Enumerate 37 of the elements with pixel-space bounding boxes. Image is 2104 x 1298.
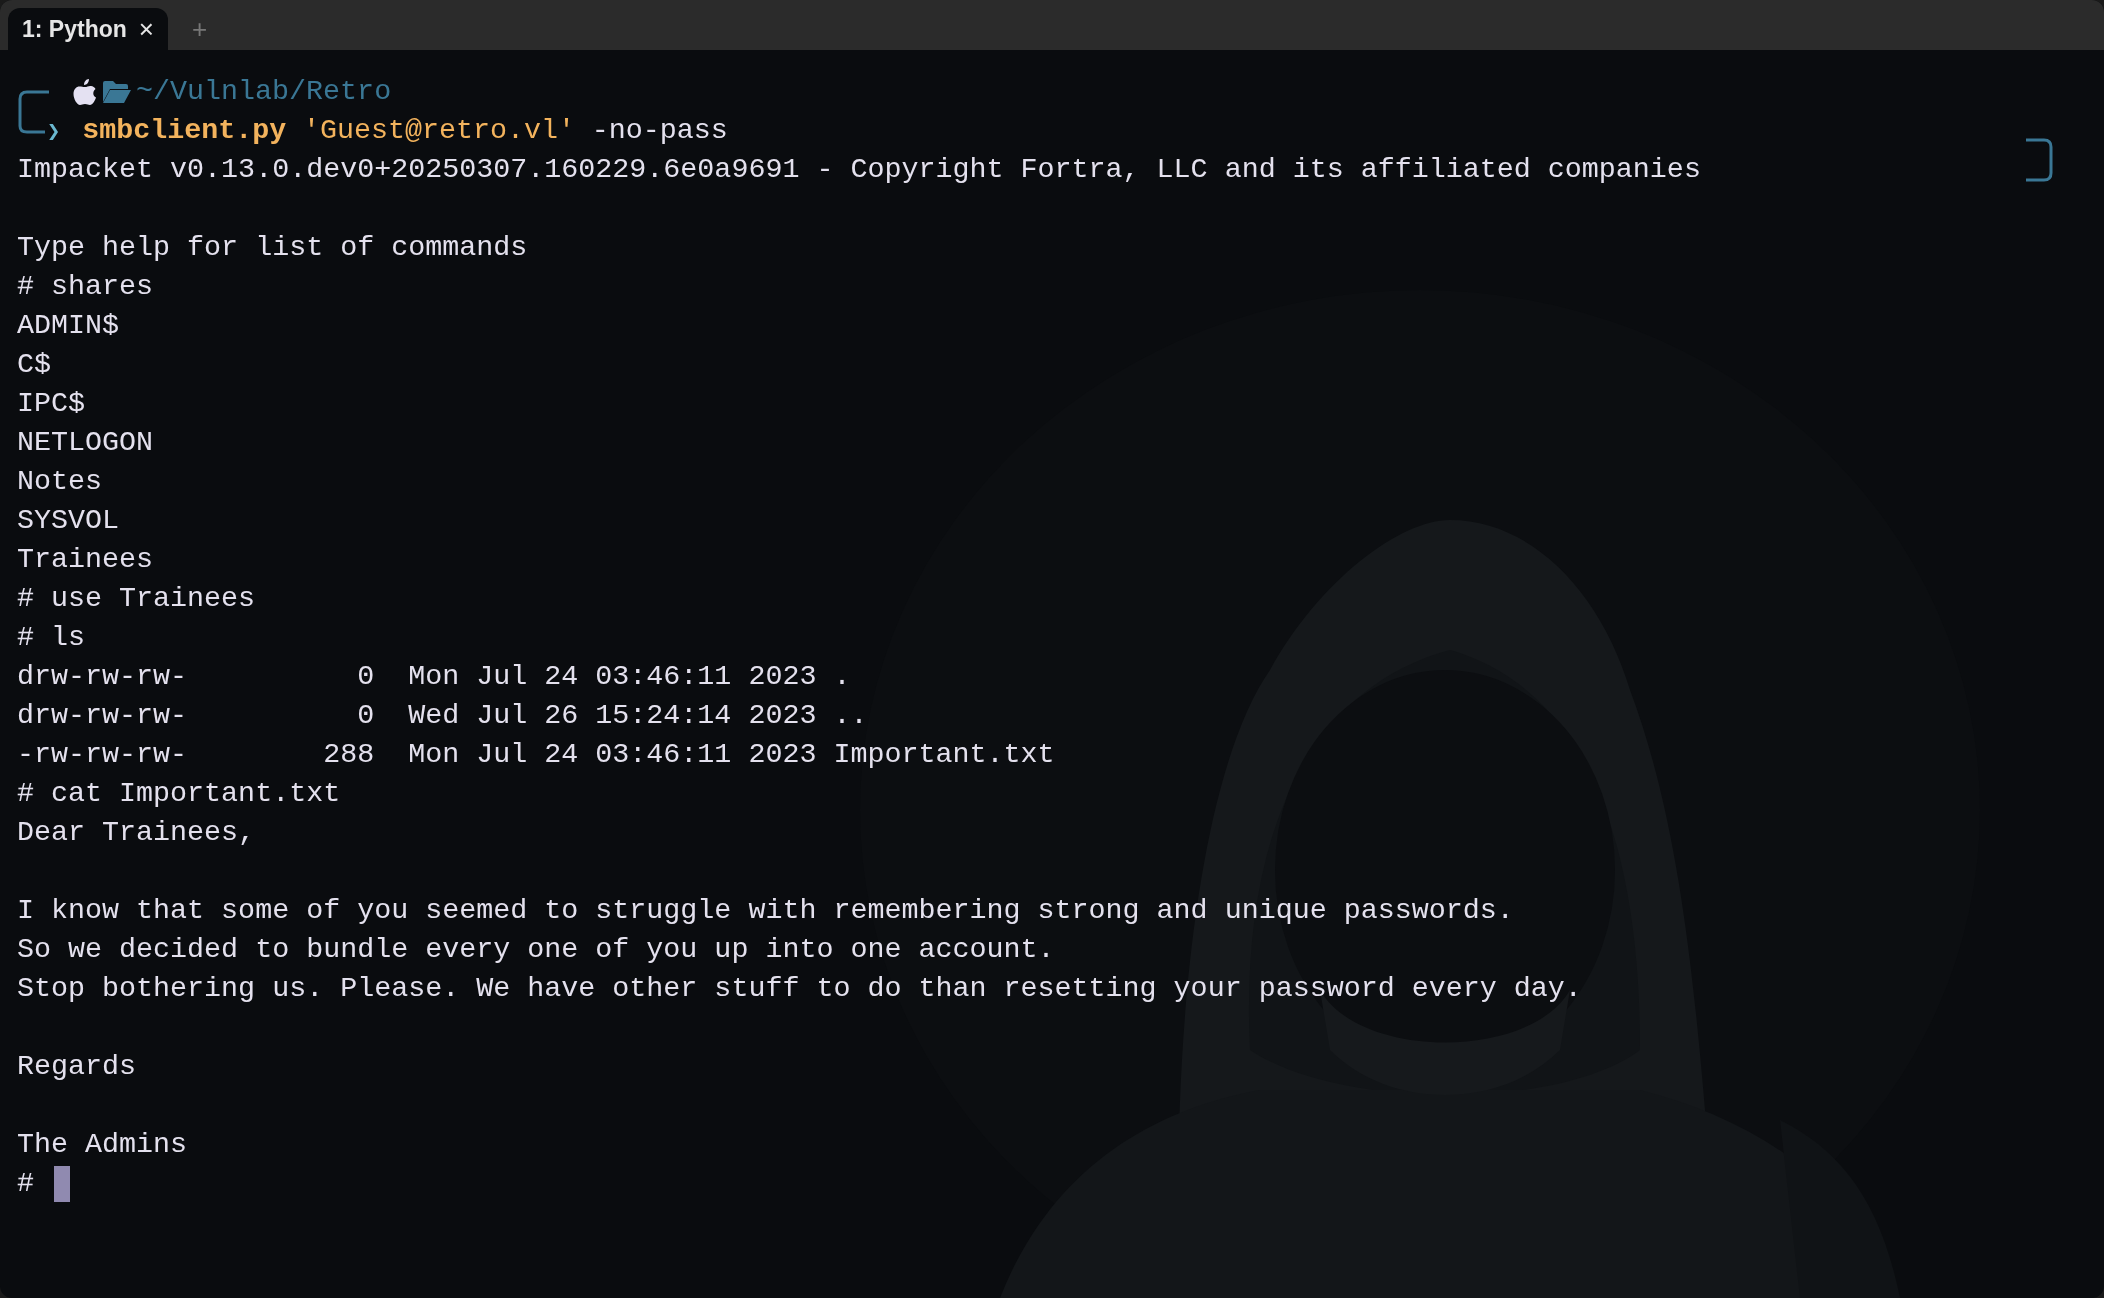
output-line: drw-rw-rw- 0 Mon Jul 24 03:46:11 2023 . [17,660,851,693]
prompt-path: ~/Vulnlab/Retro [136,74,392,110]
output-line: Type help for list of commands [17,231,528,264]
output-line: -rw-rw-rw- 288 Mon Jul 24 03:46:11 2023 Important.txt [17,738,1055,771]
folder-icon [102,79,132,104]
output-line: # ls [17,621,86,654]
output-line: IPC$ [17,387,86,420]
output-line: # cat Important.txt [17,777,341,810]
output-line: Regards [17,1050,137,1083]
prompt-frame-icon [17,89,51,112]
output-line: ADMIN$ [17,309,120,342]
bracket-icon [2024,138,2054,182]
output-line: NETLOGON [17,426,154,459]
output-line: # use Trainees [17,582,256,615]
close-tab-button[interactable]: × [138,16,154,42]
command-name: smbclient.py [82,113,287,149]
output-line: Notes [17,465,103,498]
output-line: I know that some of you seemed to struggle with remembering strong and unique passwords. [17,894,1514,927]
output-line: The Admins [17,1128,188,1161]
input-prompt: # [17,1166,34,1202]
text-cursor [54,1165,70,1202]
output-line: drw-rw-rw- 0 Wed Jul 26 15:24:14 2023 .. [17,699,868,732]
prompt-frame-icon [17,111,47,136]
output-line: So we decided to bundle every one of you up into one account. [17,933,1055,966]
output-line: Trainees [17,543,154,576]
output-line: Dear Trainees, [17,816,256,849]
output-line: Impacket v0.13.0.dev0+20250307.160229.6e0a9691 - Copyright Fortra, LLC and its affiliated companies [17,153,1701,186]
output-line: Stop bothering us. Please. We have other stuff to do than resetting your password every day. [17,972,1582,1005]
apple-icon [73,77,97,106]
prompt-arrow: ❯ [47,117,61,145]
command-option-text: -no-pass [591,113,728,149]
output-line: SYSVOL [17,504,120,537]
tab[interactable]: 1: Python × [8,8,168,50]
command-argument: 'Guest@retro.vl' [302,113,576,149]
tab-label: 1: Python [22,14,127,44]
output-line: # shares [17,270,154,303]
output-line: C$ [17,348,52,381]
